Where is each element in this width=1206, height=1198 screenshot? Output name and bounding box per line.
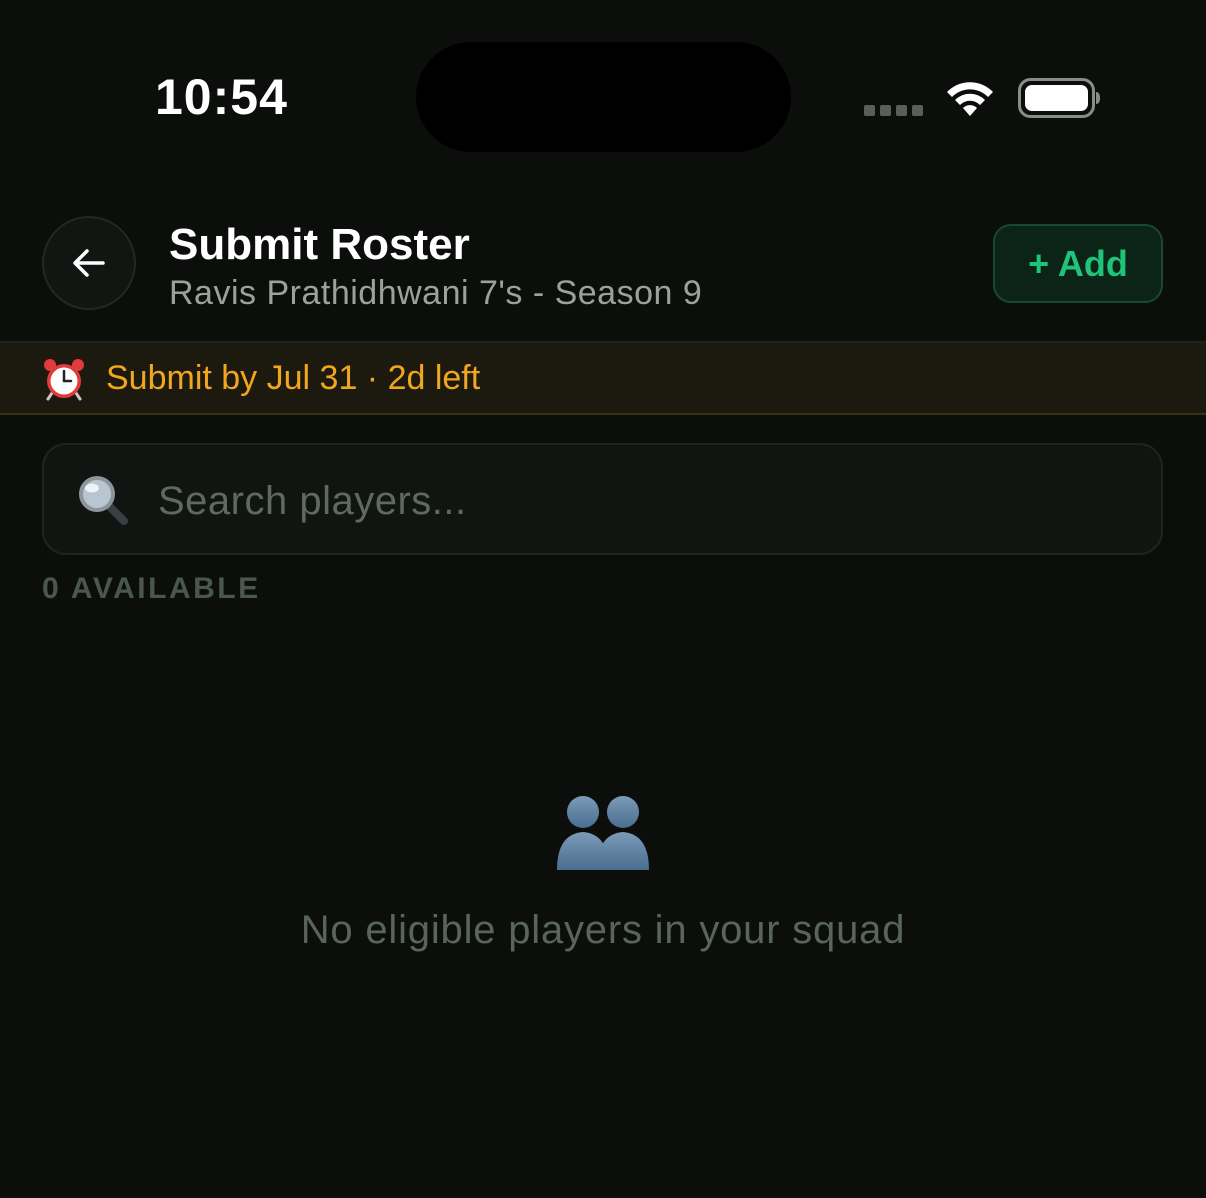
search-box[interactable] bbox=[42, 443, 1163, 555]
alarm-clock-icon bbox=[42, 357, 86, 401]
status-bar: 10:54 bbox=[0, 0, 1206, 180]
status-time: 10:54 bbox=[155, 69, 288, 125]
page-title: Submit Roster bbox=[169, 220, 470, 269]
two-people-silhouette-icon bbox=[555, 790, 651, 872]
page-subtitle: Ravis Prathidhwani 7's - Season 9 bbox=[169, 274, 703, 312]
page-header: Submit Roster Ravis Prathidhwani 7's - S… bbox=[0, 200, 1206, 341]
dynamic-island bbox=[416, 42, 791, 152]
signal-dots-icon bbox=[864, 105, 924, 117]
available-count: 0 AVAILABLE bbox=[42, 572, 261, 605]
back-button[interactable] bbox=[42, 216, 136, 310]
wifi-icon bbox=[944, 78, 996, 118]
submit-roster-screen: 10:54 Submit Roster Ravis Prathidhwani 7… bbox=[0, 0, 1206, 1198]
deadline-banner: Submit by Jul 31 · 2d left bbox=[0, 343, 1206, 415]
add-button[interactable]: + Add bbox=[993, 224, 1163, 303]
arrow-left-icon bbox=[73, 249, 105, 277]
empty-state-message: No eligible players in your squad bbox=[300, 908, 906, 952]
deadline-text: Submit by Jul 31 · 2d left bbox=[106, 359, 481, 397]
magnifying-glass-icon bbox=[76, 473, 130, 527]
battery-full-icon bbox=[1018, 78, 1100, 118]
search-input[interactable] bbox=[156, 465, 1140, 537]
